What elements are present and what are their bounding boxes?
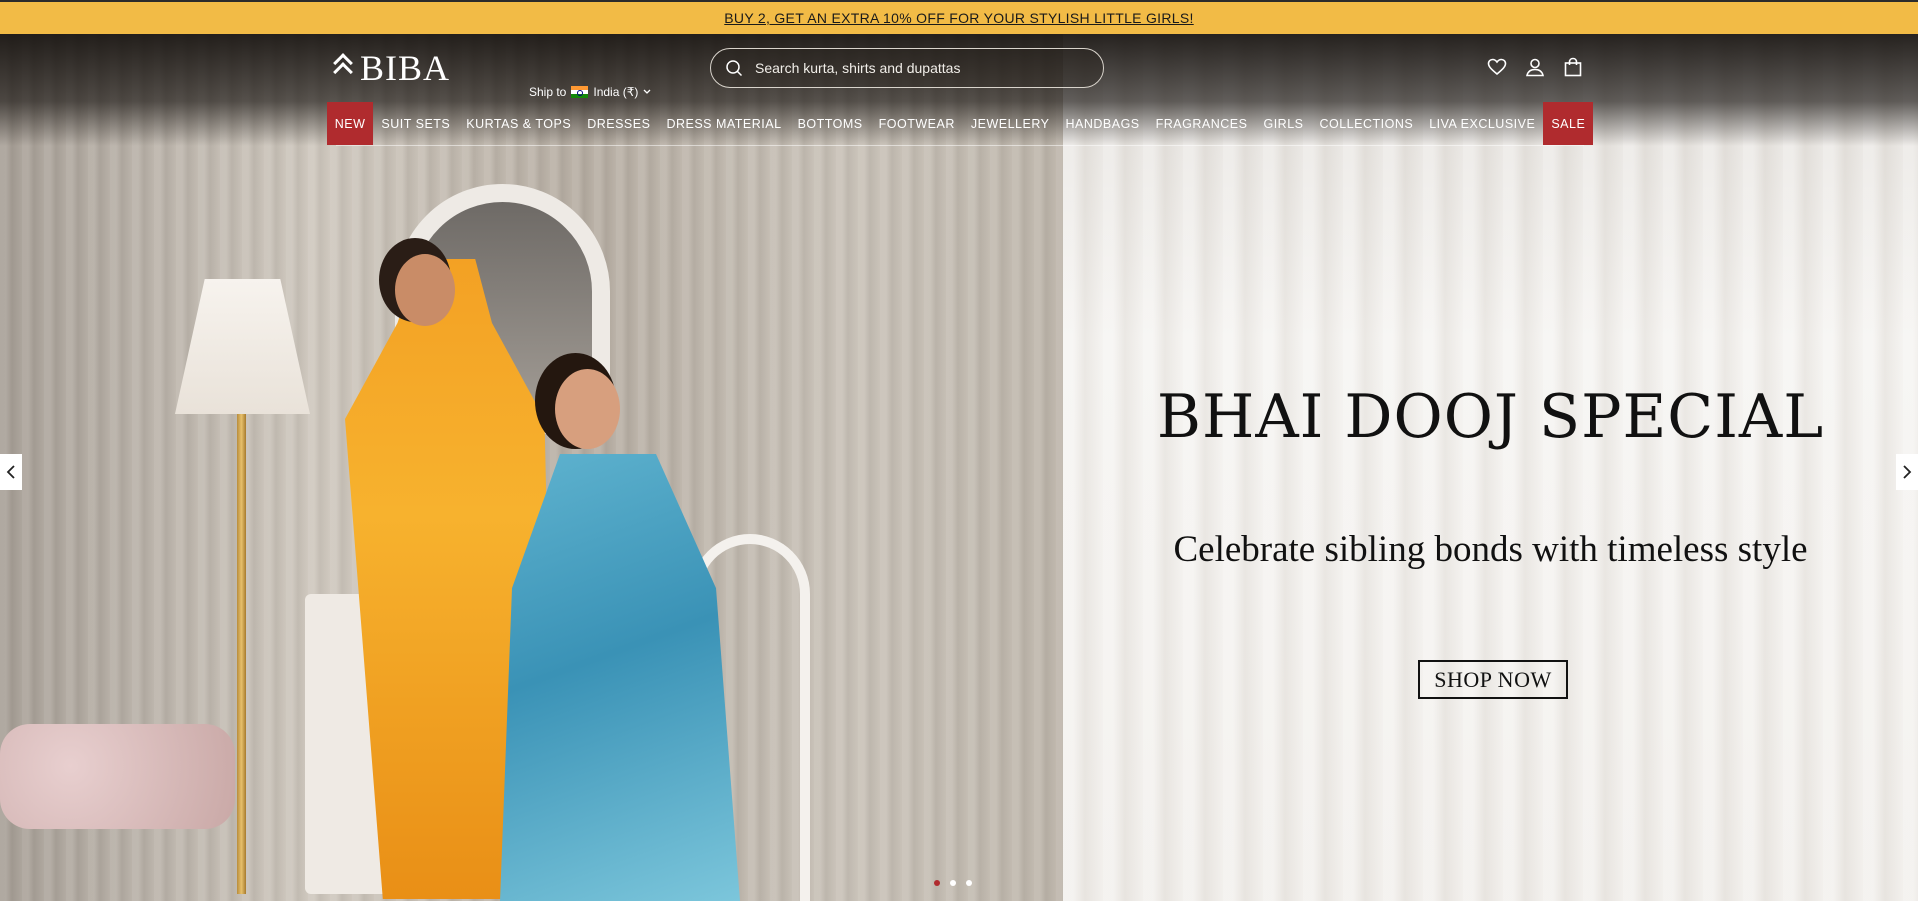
carousel-next-button[interactable] (1896, 454, 1918, 490)
wishlist-button[interactable] (1486, 56, 1508, 78)
carousel-dot-1[interactable] (934, 880, 940, 886)
nav-item-bottoms[interactable]: BOTTOMS (790, 102, 871, 145)
hero-banner[interactable] (0, 34, 1918, 901)
nav-item-kurtas-tops[interactable]: KURTAS & TOPS (458, 102, 579, 145)
user-icon (1526, 58, 1544, 77)
nav-item-sale[interactable]: SALE (1543, 102, 1594, 145)
header-actions (1486, 56, 1584, 78)
nav-item-dresses[interactable]: DRESSES (579, 102, 658, 145)
ship-to-label: Ship to (529, 85, 567, 99)
nav-item-dress-material[interactable]: DRESS MATERIAL (658, 102, 789, 145)
india-flag-icon (571, 86, 589, 98)
site-header: BIBA Ship to India (₹) Search kurta, shi… (0, 34, 1918, 146)
lamp-pole-decor (237, 414, 246, 894)
nav-item-collections[interactable]: COLLECTIONS (1311, 102, 1421, 145)
model-standing-head (395, 254, 455, 326)
hero-text-panel (1063, 34, 1918, 901)
chevron-down-icon (643, 89, 651, 94)
carousel-dot-2[interactable] (950, 880, 956, 886)
search-icon (726, 60, 743, 77)
search-input[interactable] (753, 59, 1073, 77)
model-seated-head (555, 369, 620, 449)
carousel-dots (934, 880, 972, 886)
chevron-left-icon (6, 465, 15, 479)
lamp-decor (175, 279, 310, 414)
hero-image (0, 34, 1063, 901)
nav-item-girls[interactable]: GIRLS (1255, 102, 1311, 145)
promo-link[interactable]: BUY 2, GET AN EXTRA 10% OFF FOR YOUR STY… (724, 10, 1193, 26)
hero-subtitle: Celebrate sibling bonds with timeless st… (1173, 529, 1808, 570)
heart-icon (1487, 58, 1507, 76)
biba-logo[interactable]: BIBA (333, 48, 451, 88)
search-bar[interactable] (710, 48, 1104, 88)
nav-item-jewellery[interactable]: JEWELLERY (963, 102, 1058, 145)
nav-item-new[interactable]: NEW (326, 102, 374, 145)
nav-item-liva-exclusive[interactable]: LIVA EXCLUSIVE (1421, 102, 1543, 145)
cart-button[interactable] (1562, 56, 1584, 78)
shop-now-button[interactable]: SHOP NOW (1418, 660, 1568, 699)
bench-decor (0, 724, 235, 829)
ship-to-country: India (₹) (593, 85, 639, 99)
nav-item-handbags[interactable]: HANDBAGS (1057, 102, 1147, 145)
logo-mark-icon (333, 53, 353, 82)
hero-title: BHAI DOOJ SPECIAL (1156, 382, 1825, 452)
nav-item-fragrances[interactable]: FRAGRANCES (1148, 102, 1256, 145)
main-nav: NEW SUIT SETS KURTAS & TOPS DRESSES DRESS MA… (326, 102, 1594, 146)
nav-item-footwear[interactable]: FOOTWEAR (871, 102, 963, 145)
ship-to-selector[interactable]: Ship to India (₹) (529, 85, 651, 99)
promo-bar: BUY 2, GET AN EXTRA 10% OFF FOR YOUR STY… (0, 0, 1918, 34)
logo-text: BIBA (360, 48, 451, 88)
carousel-prev-button[interactable] (0, 454, 22, 490)
nav-item-suit-sets[interactable]: SUIT SETS (373, 102, 458, 145)
carousel-dot-3[interactable] (966, 880, 972, 886)
shopping-bag-icon (1564, 57, 1582, 77)
account-button[interactable] (1524, 56, 1546, 78)
chevron-right-icon (1903, 465, 1912, 479)
